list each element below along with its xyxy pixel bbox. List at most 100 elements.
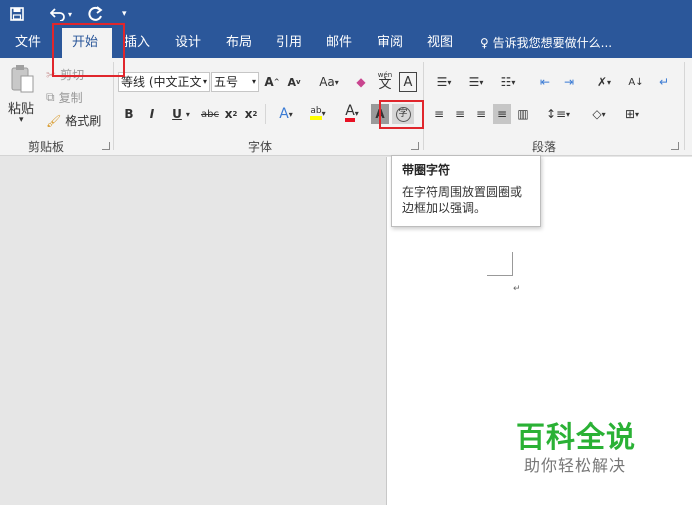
tooltip-description: 在字符周围放置圆圈或边框加以强调。 bbox=[402, 185, 523, 215]
multilevel-list-button[interactable]: ☷ ▾ bbox=[494, 72, 522, 92]
bullets-button[interactable]: ☰ ▾ bbox=[430, 72, 458, 92]
shrink-font-icon: A bbox=[287, 75, 296, 89]
sort-button[interactable]: A ↓ bbox=[626, 72, 646, 92]
font-launcher-icon[interactable] bbox=[411, 142, 419, 150]
tab-insert[interactable]: 插入 bbox=[124, 28, 150, 58]
home-tab-highlight bbox=[52, 23, 125, 77]
sort-icon: A bbox=[628, 76, 636, 88]
format-painter-button[interactable]: 🖌 格式刷 bbox=[46, 112, 101, 129]
decrease-indent-button[interactable]: ⇤ bbox=[534, 72, 556, 92]
copy-button[interactable]: ⧉ 复制 bbox=[46, 89, 83, 106]
tab-review[interactable]: 审阅 bbox=[377, 28, 403, 58]
copy-label: 复制 bbox=[58, 91, 83, 105]
tab-design[interactable]: 设计 bbox=[175, 28, 201, 58]
align-right-button[interactable]: ≡ bbox=[472, 104, 490, 124]
tab-file[interactable]: 文件 bbox=[15, 28, 41, 58]
font-size-value: 五号 bbox=[214, 75, 239, 89]
character-border-button[interactable]: A bbox=[399, 72, 417, 92]
font-size-select[interactable]: 五号 ▾ bbox=[211, 72, 259, 92]
subscript-icon: x bbox=[224, 107, 233, 121]
align-left-icon: ≡ bbox=[433, 107, 445, 121]
font-name-value: 等线 (中文正文 bbox=[121, 75, 202, 89]
font-name-select[interactable]: 等线 (中文正文 ▾ bbox=[118, 72, 210, 92]
paste-dropdown-icon[interactable]: ▾ bbox=[19, 115, 24, 125]
highlight-icon: ab bbox=[310, 106, 322, 120]
watermark-title: 百科全说 bbox=[516, 420, 637, 454]
copy-icon: ⧉ bbox=[46, 90, 55, 104]
text-effects-icon: A bbox=[279, 106, 289, 122]
numbering-button[interactable]: ☰ ▾ bbox=[462, 72, 490, 92]
phonetic-guide-button[interactable]: wén 文 bbox=[374, 68, 396, 92]
tooltip: 带圈字符 在字符周围放置圆圈或边框加以强调。 bbox=[391, 155, 541, 227]
superscript-button[interactable]: x2 bbox=[243, 104, 259, 124]
show-marks-button[interactable]: ↵ bbox=[654, 72, 674, 92]
paragraph-launcher-icon[interactable] bbox=[671, 142, 679, 150]
bold-button[interactable]: B bbox=[122, 104, 136, 124]
clipboard-launcher-icon[interactable] bbox=[102, 142, 110, 150]
font-color-icon: A bbox=[345, 104, 355, 122]
clear-formatting-icon[interactable]: ◆ bbox=[352, 72, 370, 92]
chinese-layout-button[interactable]: ✗ ▾ bbox=[590, 72, 618, 92]
chevron-down-icon: ▾ bbox=[202, 77, 207, 86]
margin-corner-mark bbox=[487, 252, 513, 276]
character-border-icon: A bbox=[403, 74, 413, 90]
align-left-button[interactable]: ≡ bbox=[430, 104, 448, 124]
align-center-button[interactable]: ≡ bbox=[451, 104, 469, 124]
distributed-button[interactable]: ▥ bbox=[514, 104, 532, 124]
paragraph-group-label: 段落 bbox=[532, 140, 557, 154]
numbering-icon: ☰ bbox=[468, 75, 480, 89]
decrease-indent-icon: ⇤ bbox=[539, 75, 551, 89]
save-button[interactable] bbox=[10, 0, 24, 28]
undo-dropdown-icon[interactable]: ▾ bbox=[68, 10, 72, 19]
tab-view[interactable]: 视图 bbox=[427, 28, 453, 58]
tooltip-title: 带圈字符 bbox=[402, 163, 451, 177]
change-case-icon: Aa bbox=[319, 75, 335, 89]
grow-font-button[interactable]: A ^ bbox=[264, 72, 280, 92]
tell-me-search[interactable]: ♀ 告诉我您想要做什么... bbox=[480, 28, 612, 58]
show-marks-icon: ↵ bbox=[658, 75, 670, 89]
tab-layout[interactable]: 布局 bbox=[226, 28, 252, 58]
underline-button[interactable]: U ▾ bbox=[166, 104, 196, 124]
undo-icon bbox=[50, 8, 65, 21]
group-divider bbox=[265, 104, 266, 124]
justify-icon: ≡ bbox=[496, 107, 508, 121]
watermark-subtitle: 助你轻松解决 bbox=[524, 456, 627, 475]
lightbulb-icon: ♀ bbox=[480, 36, 489, 50]
shading-button[interactable]: ◇ ▾ bbox=[585, 104, 613, 124]
line-spacing-icon: ↕≡ bbox=[545, 107, 567, 121]
font-color-button[interactable]: A ▾ bbox=[338, 102, 366, 124]
format-painter-icon: 🖌 bbox=[46, 113, 62, 128]
save-icon bbox=[10, 7, 24, 21]
chinese-layout-icon: ✗ bbox=[596, 75, 608, 89]
underline-icon: U bbox=[172, 107, 182, 121]
align-right-icon: ≡ bbox=[475, 107, 487, 121]
subscript-button[interactable]: x2 bbox=[223, 104, 239, 124]
change-case-button[interactable]: Aa ▾ bbox=[314, 72, 344, 92]
paragraph-mark-icon: ↵ bbox=[513, 284, 521, 294]
group-divider bbox=[684, 62, 685, 150]
shrink-font-button[interactable]: Av bbox=[286, 72, 302, 92]
increase-indent-icon: ⇥ bbox=[563, 75, 575, 89]
chevron-down-icon: ▾ bbox=[251, 77, 256, 86]
format-painter-label: 格式刷 bbox=[65, 114, 102, 128]
strikethrough-button[interactable]: abc bbox=[199, 104, 221, 124]
line-spacing-button[interactable]: ↕≡ ▾ bbox=[544, 104, 572, 124]
tab-references[interactable]: 引用 bbox=[276, 28, 302, 58]
increase-indent-button[interactable]: ⇥ bbox=[558, 72, 580, 92]
text-effects-button[interactable]: A ▾ bbox=[272, 104, 300, 124]
justify-button[interactable]: ≡ bbox=[493, 104, 511, 124]
phonetic-guide-char: 文 bbox=[378, 77, 392, 92]
borders-button[interactable]: ⊞ ▾ bbox=[618, 104, 646, 124]
paste-icon[interactable] bbox=[6, 64, 38, 94]
highlight-color-button[interactable]: ab ▾ bbox=[303, 102, 333, 124]
redo-icon bbox=[88, 6, 103, 21]
distributed-icon: ▥ bbox=[517, 107, 529, 121]
superscript-icon: x bbox=[244, 107, 253, 121]
grow-font-icon: A bbox=[264, 75, 274, 89]
tab-mailings[interactable]: 邮件 bbox=[326, 28, 352, 58]
tell-me-text: 告诉我您想要做什么... bbox=[492, 36, 613, 50]
chevron-down-icon: ▾ bbox=[185, 109, 190, 119]
italic-button[interactable]: I bbox=[145, 104, 159, 124]
bullets-icon: ☰ bbox=[436, 75, 448, 89]
borders-icon: ⊞ bbox=[624, 107, 636, 121]
